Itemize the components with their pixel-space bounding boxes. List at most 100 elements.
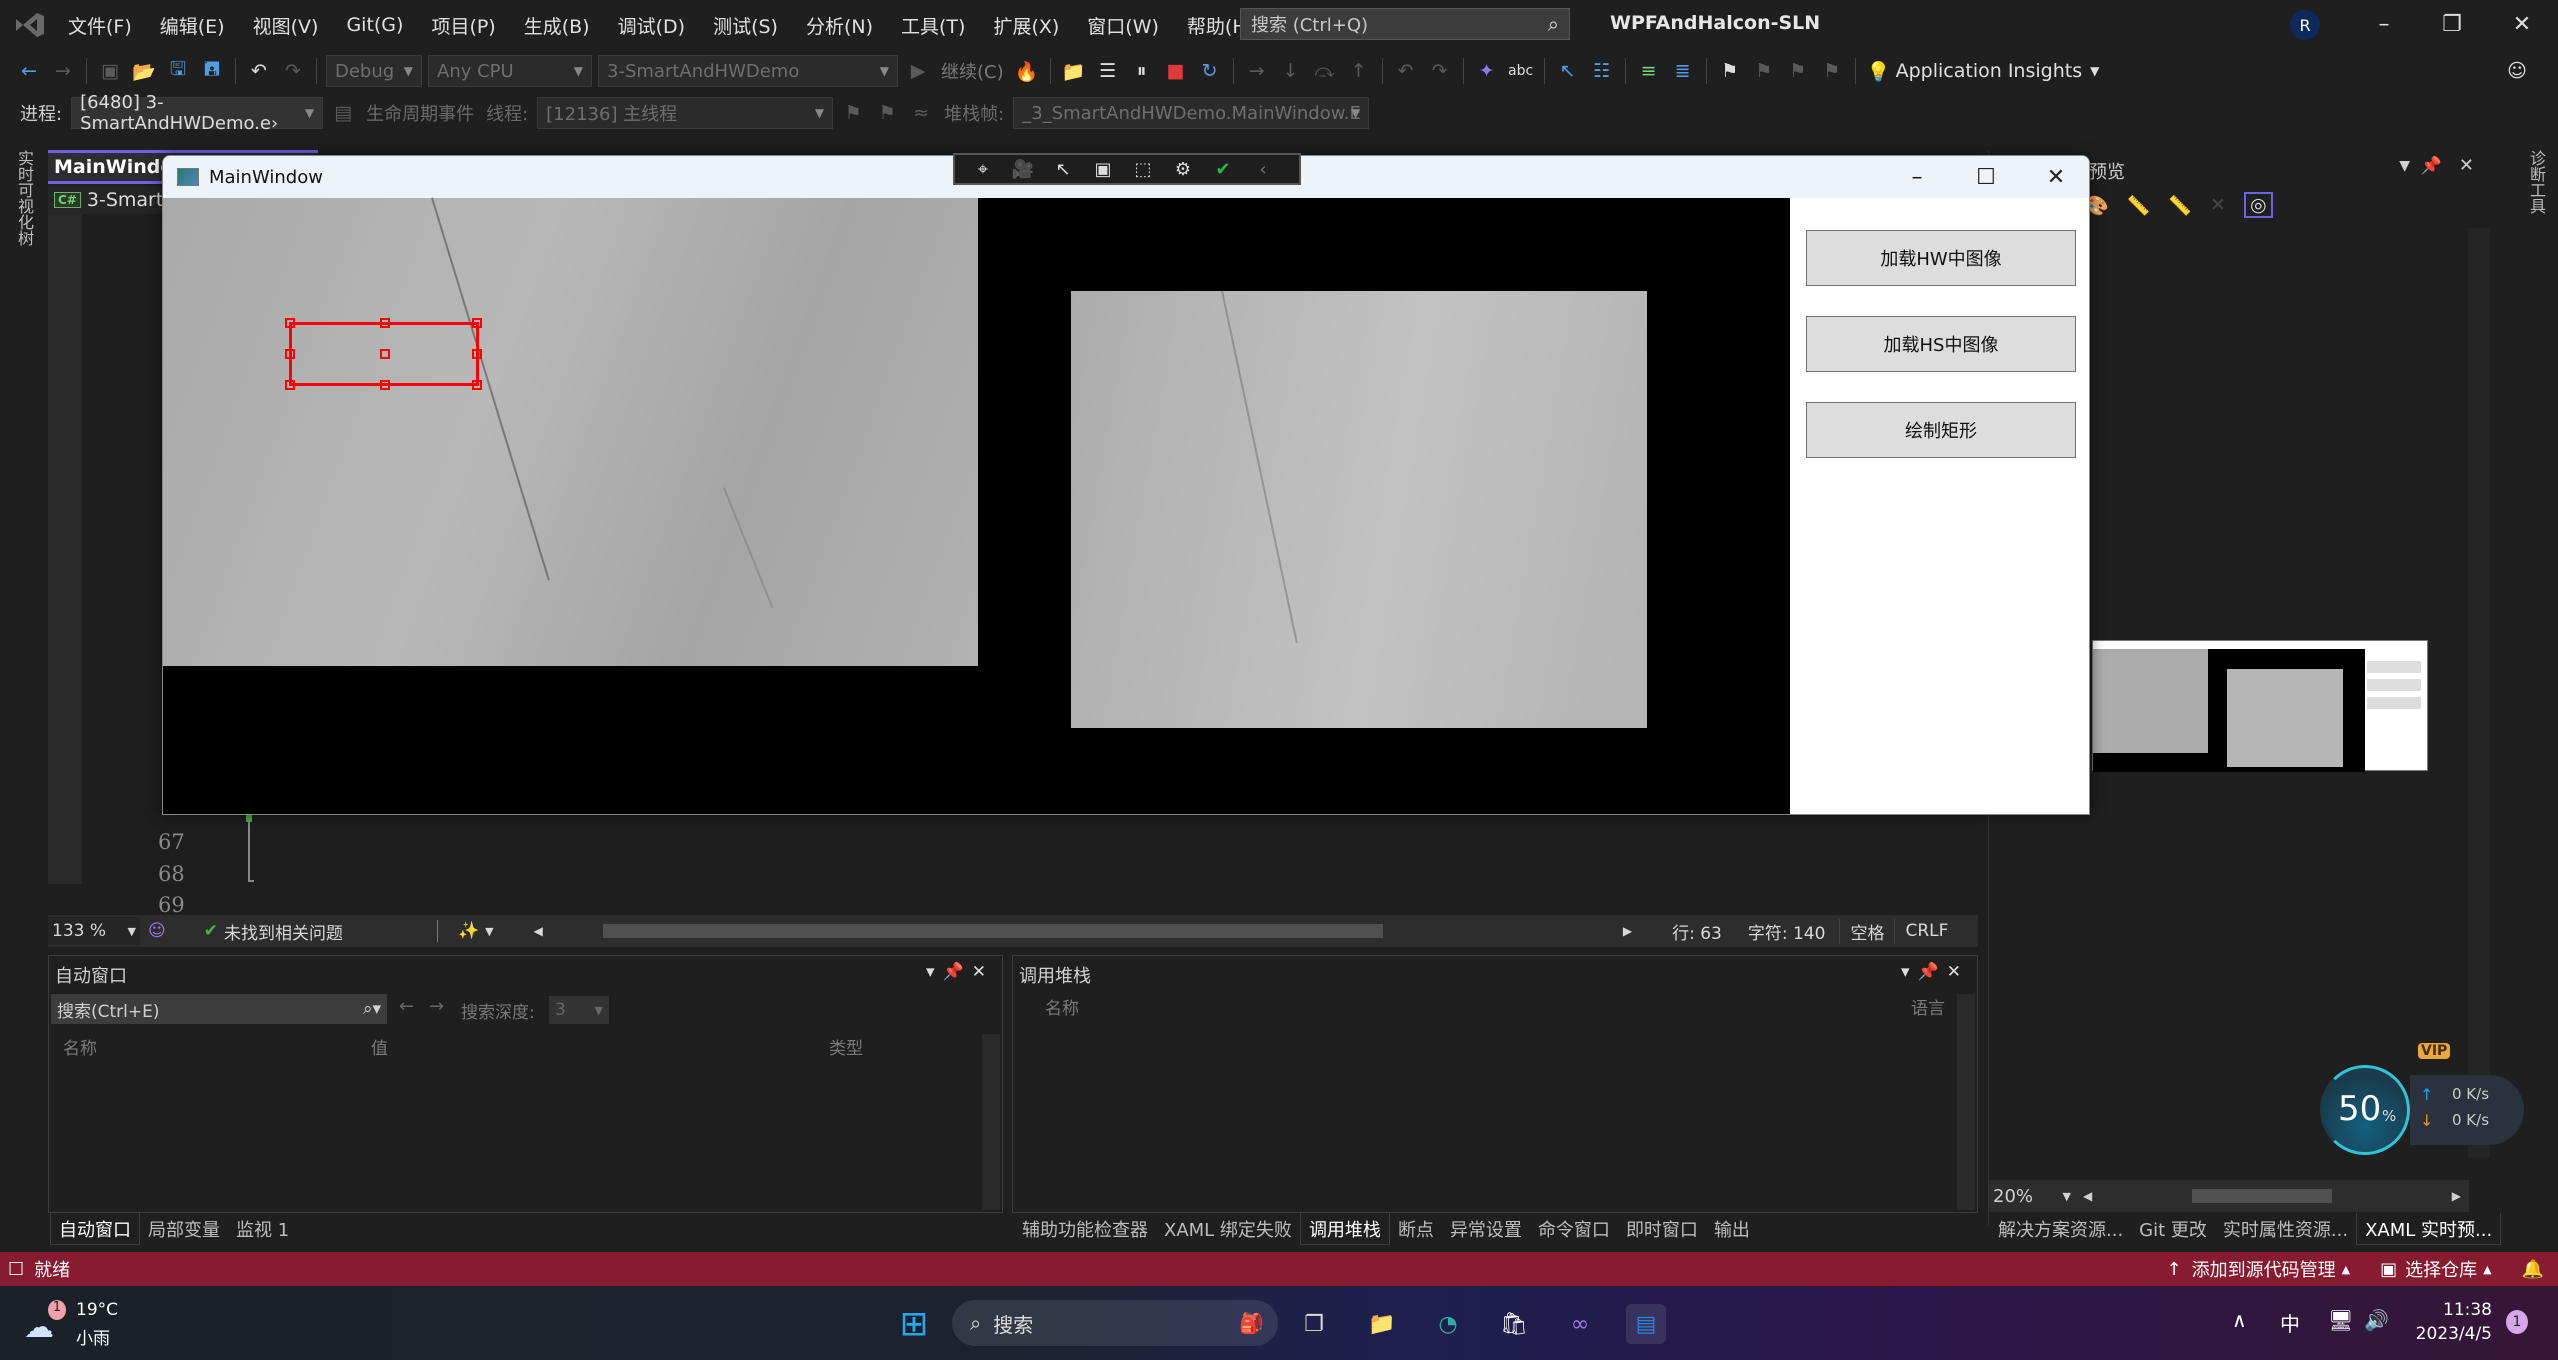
minimize-button[interactable]: –	[2364, 8, 2404, 40]
notifications-bell-icon[interactable]: 🔔	[2522, 1259, 2544, 1280]
select-element-icon[interactable]: ↖	[1043, 159, 1083, 180]
roi-handle-right[interactable]	[472, 349, 482, 359]
layout-icon[interactable]: ☰	[1095, 58, 1121, 84]
menu-view[interactable]: 视图(V)	[239, 0, 333, 50]
draw-rectangle-button[interactable]: 绘制矩形	[1806, 402, 2076, 458]
menu-file[interactable]: 文件(F)	[54, 0, 146, 50]
menu-analyze[interactable]: 分析(N)	[792, 0, 887, 50]
menu-git[interactable]: Git(G)	[332, 0, 417, 50]
network-icon[interactable]: 🖥	[2328, 1308, 2353, 1332]
tab-locals[interactable]: 局部变量	[140, 1213, 228, 1245]
next-bookmark-icon[interactable]: ⚑	[1785, 58, 1811, 84]
column-header-name[interactable]: 名称	[1045, 994, 1079, 1019]
show-threads-icon[interactable]: ≈	[908, 100, 934, 126]
menu-window[interactable]: 窗口(W)	[1073, 0, 1173, 50]
platform-dropdown[interactable]: Any CPU ▼	[428, 55, 592, 87]
vertical-ruler-icon[interactable]: 📏	[2127, 194, 2151, 217]
hot-reload-icon[interactable]: 🔥	[1014, 58, 1040, 84]
autos-search-input[interactable]: 搜索(Ctrl+E) ⌕▾	[51, 994, 387, 1024]
clock-date[interactable]: 2023/4/5	[2410, 1324, 2492, 1344]
search-forward-icon[interactable]: →	[429, 996, 444, 1017]
panel-controls[interactable]: ▾📌✕	[926, 962, 994, 982]
taskbar-search[interactable]: ⌕ 搜索 🎒	[952, 1300, 1278, 1346]
step-into-icon[interactable]: ↓	[1278, 58, 1304, 84]
preview-zoom-dropdown[interactable]: 20% ▼	[1989, 1182, 2075, 1210]
tab-call-stack[interactable]: 调用堆栈	[1299, 1213, 1390, 1245]
process-dropdown[interactable]: [6480] 3-SmartAndHWDemo.e› ▼	[71, 92, 324, 134]
application-insights-button[interactable]: 💡 Application Insights ▼	[1862, 58, 2100, 84]
clear-rulers-icon[interactable]: ✕	[2210, 194, 2226, 216]
app-maximize-button[interactable]: ☐	[1963, 160, 2009, 194]
step-over-icon[interactable]: ⤼	[1312, 58, 1338, 84]
feedback-icon[interactable]: ☺	[2504, 58, 2530, 84]
load-hs-image-button[interactable]: 加载HS中图像	[1806, 316, 2076, 372]
tab-live-property-explorer[interactable]: 实时属性资源...	[2215, 1213, 2356, 1245]
diagnostic-tools-tab[interactable]: 诊断工具	[2524, 150, 2548, 214]
thread-dropdown[interactable]: [12136] 主线程 ▼	[537, 97, 834, 129]
track-focus-icon[interactable]: ◎	[2243, 192, 2273, 218]
edge-browser-icon[interactable]: ◔	[1428, 1304, 1468, 1344]
hot-reload-status-icon[interactable]: ✔	[1203, 159, 1243, 180]
clear-bookmarks-icon[interactable]: ⚑	[1819, 58, 1845, 84]
continue-button[interactable]: 继续(C)	[941, 58, 1004, 84]
track-focused-element-icon[interactable]: ⬚	[1123, 159, 1163, 180]
halcon-window-area[interactable]	[163, 197, 1790, 814]
roi-handle-bottom[interactable]	[380, 380, 390, 390]
menu-tools[interactable]: 工具(T)	[887, 0, 979, 50]
ime-indicator[interactable]: 中	[2280, 1308, 2300, 1337]
file-explorer-icon[interactable]: 📁	[1362, 1304, 1402, 1344]
tab-solution-explorer[interactable]: 解决方案资源...	[1990, 1213, 2131, 1245]
go-to-live-visual-tree-icon[interactable]: ⌖	[963, 159, 1003, 180]
live-visual-tree-tab[interactable]: 实时可视化树	[12, 150, 36, 246]
navigate-back-icon[interactable]: ←	[16, 58, 42, 84]
restore-button[interactable]: ❐	[2432, 8, 2472, 40]
line-ending-indicator[interactable]: CRLF	[1895, 921, 1958, 941]
column-header-type[interactable]: 类型	[829, 1034, 863, 1059]
horizontal-scrollbar-thumb[interactable]	[602, 924, 1383, 938]
redo-navigation-icon[interactable]: ↷	[1427, 58, 1453, 84]
flag-all-threads-icon[interactable]: ⚑	[874, 100, 900, 126]
tab-exception-settings[interactable]: 异常设置	[1442, 1213, 1530, 1245]
show-next-statement-icon[interactable]: →	[1244, 58, 1270, 84]
startup-project-dropdown[interactable]: 3-SmartAndHWDemo ▼	[598, 55, 898, 87]
uncomment-lines-icon[interactable]: ≣	[1670, 58, 1696, 84]
roi-handle-top-right[interactable]	[472, 318, 482, 328]
comment-lines-icon[interactable]: ≡	[1636, 58, 1662, 84]
intellicode-icon[interactable]: ☺	[148, 921, 166, 941]
collapse-toolbar-icon[interactable]: ‹	[1243, 159, 1283, 180]
stop-icon[interactable]: ■	[1163, 58, 1189, 84]
volume-icon[interactable]: 🔊	[2364, 1308, 2389, 1332]
configuration-dropdown[interactable]: Debug ▼	[326, 55, 422, 87]
tab-command-window[interactable]: 命令窗口	[1530, 1213, 1618, 1245]
roi-handle-center[interactable]	[380, 349, 390, 359]
clock-time[interactable]: 11:38	[2420, 1300, 2492, 1320]
roi-handle-bottom-right[interactable]	[472, 380, 482, 390]
scroll-left-icon[interactable]: ◀	[534, 924, 543, 938]
menu-edit[interactable]: 编辑(E)	[146, 0, 239, 50]
restart-icon[interactable]: ↻	[1197, 58, 1223, 84]
column-header-language[interactable]: 语言	[1911, 994, 1945, 1019]
tab-xaml-live-preview[interactable]: XAML 实时预...	[2356, 1213, 2502, 1245]
call-stack-vertical-scrollbar[interactable]	[1957, 994, 1975, 1210]
roi-handle-top-left[interactable]	[285, 318, 295, 328]
step-out-icon[interactable]: ↑	[1346, 58, 1372, 84]
task-view-icon[interactable]: ❐	[1294, 1304, 1334, 1344]
microsoft-store-icon[interactable]: 🛍	[1494, 1304, 1534, 1344]
select-element-icon[interactable]: ↖	[1555, 58, 1581, 84]
tab-accessibility-checker[interactable]: 辅助功能检查器	[1014, 1213, 1156, 1245]
start-button[interactable]: ⊞	[894, 1304, 934, 1344]
show-hidden-icons-icon[interactable]: ∧	[2232, 1308, 2247, 1332]
scroll-left-icon[interactable]: ◀	[2083, 1189, 2092, 1203]
hot-reload-camera-icon[interactable]: 🎥	[1003, 159, 1043, 180]
autos-vertical-scrollbar[interactable]	[982, 1034, 1000, 1210]
editor-zoom-dropdown[interactable]: 133 % ▼	[48, 917, 140, 945]
stack-frame-dropdown[interactable]: _3_SmartAndHWDemo.MainWindow.E ▼	[1013, 97, 1370, 129]
redo-icon[interactable]: ↷	[280, 58, 306, 84]
code-cleanup-icon[interactable]: ✨	[458, 921, 479, 941]
panel-menu-icon[interactable]: ▼	[2399, 158, 2410, 174]
load-hw-image-button[interactable]: 加载HW中图像	[1806, 230, 2076, 286]
tab-immediate-window[interactable]: 即时窗口	[1618, 1213, 1706, 1245]
weather-widget[interactable]: ☁ 1	[24, 1300, 66, 1345]
horizontal-ruler-icon[interactable]: 📏	[2168, 194, 2192, 217]
find-in-files-icon[interactable]: 📁	[1061, 58, 1087, 84]
